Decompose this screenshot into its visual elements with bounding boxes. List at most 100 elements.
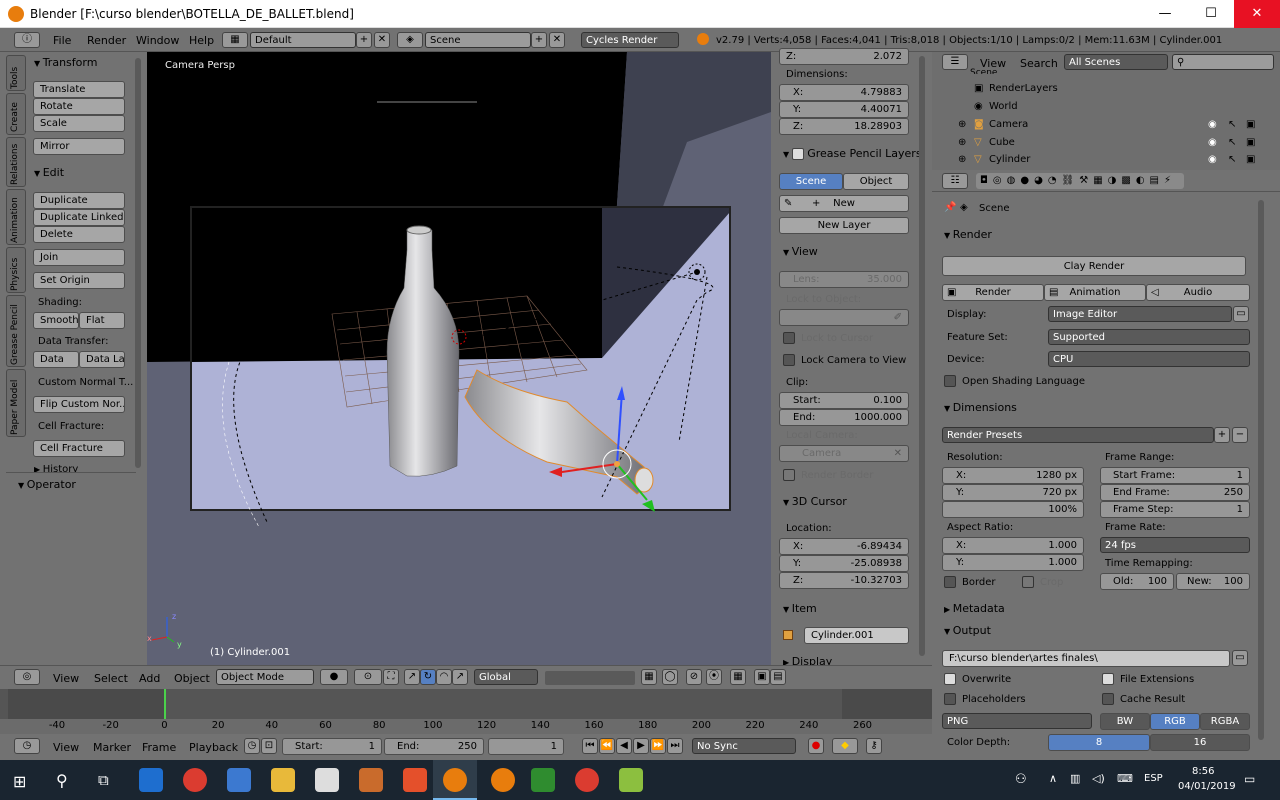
lock-object-field[interactable]: ✐ xyxy=(779,309,909,326)
timeline-playback-menu[interactable]: Playback xyxy=(189,741,238,754)
outliner-item-camera[interactable]: Camera xyxy=(989,119,1028,130)
frame-step-field[interactable]: Frame Step: 1 xyxy=(1100,501,1250,518)
3d-cursor-header[interactable]: ▼ 3D Cursor xyxy=(783,495,847,508)
app-v-icon[interactable] xyxy=(531,768,555,792)
resolution-x-field[interactable]: X: 1280 px xyxy=(942,467,1084,484)
time-new-field[interactable]: New: 100 xyxy=(1176,573,1250,590)
duplicate-linked-button[interactable]: Duplicate Linked xyxy=(33,209,125,226)
camera-select-arrow-icon[interactable]: ↖ xyxy=(1228,119,1236,130)
remove-layout-button[interactable]: ✕ xyxy=(374,32,390,48)
clip-start-field[interactable]: Start: 0.100 xyxy=(779,392,909,409)
crop-checkbox[interactable] xyxy=(1022,576,1034,588)
shading-mode-icon[interactable]: ● xyxy=(320,669,348,685)
opengl-animation-icon[interactable]: ▤ xyxy=(770,669,786,685)
render-button[interactable]: ▣ Render xyxy=(942,284,1044,301)
aspect-y-field[interactable]: Y: 1.000 xyxy=(942,554,1084,571)
lock-camera-to-view-checkbox[interactable] xyxy=(783,354,795,366)
cylinder-render-icon[interactable]: ▣ xyxy=(1246,154,1255,165)
viewport-editor-type-icon[interactable]: ◎ xyxy=(14,669,40,685)
brave-icon[interactable] xyxy=(403,768,427,792)
display-select[interactable]: Image Editor xyxy=(1048,306,1232,322)
store-icon[interactable] xyxy=(227,768,251,792)
expand-cylinder-icon[interactable]: ⊕ xyxy=(958,154,966,165)
winrar-icon[interactable] xyxy=(619,768,643,792)
cube-select-arrow-icon[interactable]: ↖ xyxy=(1228,137,1236,148)
placeholders-checkbox[interactable] xyxy=(944,693,956,705)
tab-grease-pencil[interactable]: Grease Pencil xyxy=(6,295,26,367)
clock-date[interactable]: 04/01/2019 xyxy=(1178,781,1236,792)
timeline-marker-menu[interactable]: Marker xyxy=(93,741,131,754)
notifications-icon[interactable]: ▭ xyxy=(1244,772,1255,786)
clock-time[interactable]: 8:56 xyxy=(1192,766,1214,777)
tab-relations[interactable]: Relations xyxy=(6,137,26,187)
close-button[interactable]: ✕ xyxy=(1234,0,1280,28)
lens-field[interactable]: Lens: 35.000 xyxy=(779,271,909,288)
display-window-icon[interactable]: ▭ xyxy=(1233,306,1249,322)
language-indicator[interactable]: ESP xyxy=(1144,773,1163,784)
output-panel-header[interactable]: ▼ Output xyxy=(944,624,991,637)
overwrite-checkbox[interactable] xyxy=(944,673,956,685)
scene-icon[interactable]: ◈ xyxy=(397,32,423,48)
render-panel-header[interactable]: ▼ Render xyxy=(944,228,992,241)
cell-fracture-button[interactable]: Cell Fracture xyxy=(33,440,125,457)
remove-scene-button[interactable]: ✕ xyxy=(549,32,565,48)
animation-button[interactable]: ▤ Animation xyxy=(1044,284,1146,301)
cube-render-icon[interactable]: ▣ xyxy=(1246,137,1255,148)
cylinder-visibility-eye-icon[interactable]: ◉ xyxy=(1208,154,1217,165)
edit-header[interactable]: ▼ Edit xyxy=(34,166,64,179)
play-icon[interactable]: ▶ xyxy=(633,738,649,754)
blender-task-active[interactable] xyxy=(433,760,477,800)
maximize-button[interactable]: ☐ xyxy=(1188,0,1234,28)
metadata-panel-header[interactable]: ▶ Metadata xyxy=(944,602,1005,615)
play-reverse-icon[interactable]: ◀ xyxy=(616,738,632,754)
menu-help[interactable]: Help xyxy=(189,34,214,47)
keyboard-icon[interactable]: ⌨ xyxy=(1117,772,1133,785)
data-button[interactable]: Data xyxy=(33,351,79,368)
outliner-editor-icon[interactable]: ☰ xyxy=(942,54,968,70)
layers-grid[interactable] xyxy=(545,671,635,685)
grease-scene-tab[interactable]: Scene xyxy=(779,173,843,190)
mail-icon[interactable] xyxy=(315,768,339,792)
minimize-button[interactable]: — xyxy=(1142,0,1188,28)
flip-custom-normals-button[interactable]: Flip Custom Nor... xyxy=(33,396,125,413)
flat-button[interactable]: Flat xyxy=(79,312,125,329)
view-header[interactable]: ▼ View xyxy=(783,245,818,258)
clay-render-button[interactable]: Clay Render xyxy=(942,256,1246,276)
media-player-icon[interactable] xyxy=(359,768,383,792)
expand-cube-icon[interactable]: ⊕ xyxy=(958,137,966,148)
menu-render[interactable]: Render xyxy=(87,34,126,47)
dimension-y-field[interactable]: Y: 4.40071 xyxy=(779,101,909,118)
smooth-button[interactable]: Smooth xyxy=(33,312,79,329)
aspect-x-field[interactable]: X: 1.000 xyxy=(942,537,1084,554)
interaction-mode-select[interactable]: Object Mode xyxy=(216,669,314,685)
properties-region-scrollbar[interactable] xyxy=(919,56,925,656)
tab-physics[interactable]: Physics xyxy=(6,247,26,293)
keying-set-icon[interactable]: ◆ xyxy=(832,738,858,754)
expand-camera-icon[interactable]: ⊕ xyxy=(958,119,966,130)
transform-orientation-select[interactable]: Global xyxy=(474,669,538,685)
item-name-field[interactable]: Cylinder.001 xyxy=(804,627,909,644)
3d-viewport[interactable]: Camera Persp (1) Cylinder.001 z x y xyxy=(147,52,771,665)
blender-task-icon[interactable] xyxy=(491,768,515,792)
border-checkbox[interactable] xyxy=(944,576,956,588)
timeline-view-menu[interactable]: View xyxy=(53,741,79,754)
lock-time-icon[interactable]: ⊡ xyxy=(261,738,277,754)
transform-orientation-icon[interactable]: ↗ xyxy=(452,669,468,685)
dimension-z-field[interactable]: Z: 18.28903 xyxy=(779,118,909,135)
tab-create[interactable]: Create xyxy=(6,93,26,135)
manipulator-toggle-icon[interactable]: ⛶ xyxy=(383,669,399,685)
color-rgb-button[interactable]: RGB xyxy=(1150,713,1200,730)
add-layout-button[interactable]: + xyxy=(356,32,372,48)
output-path-field[interactable]: F:\curso blender\artes finales\ xyxy=(942,650,1230,667)
data-layout-button[interactable]: Data La xyxy=(79,351,125,368)
editor-type-icon[interactable]: ⓘ xyxy=(14,32,40,48)
menu-file[interactable]: File xyxy=(53,34,71,47)
proportional-edit-icon[interactable]: ◯ xyxy=(662,669,678,685)
cache-result-checkbox[interactable] xyxy=(1102,693,1114,705)
outliner-search-menu[interactable]: Search xyxy=(1020,57,1058,70)
timeline-area[interactable]: -40 -20 0 20 40 60 80 100 120 140 160 180 200 220 240 2… xyxy=(0,689,932,734)
snap-element-icon[interactable]: ▦ xyxy=(730,669,746,685)
keyframe-icon[interactable]: ⚷ xyxy=(866,738,882,754)
timeline-editor-icon[interactable]: ◷ xyxy=(14,738,40,754)
file-format-select[interactable]: PNG xyxy=(942,713,1092,729)
